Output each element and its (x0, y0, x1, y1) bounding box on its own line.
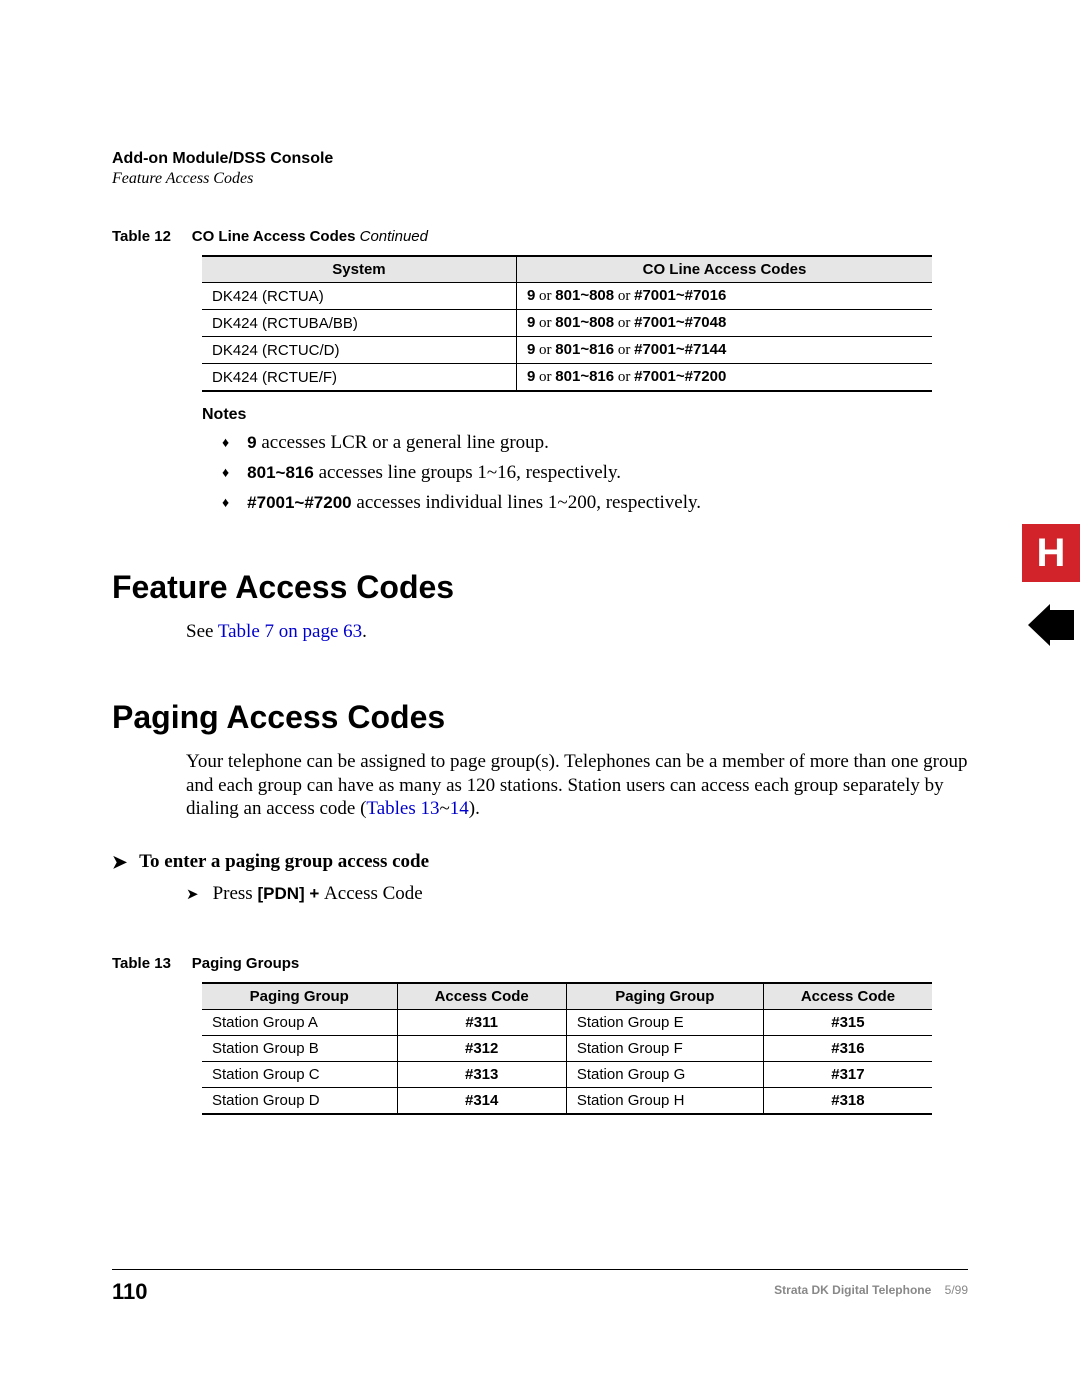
t13-code-cell: #315 (763, 1010, 932, 1036)
t13-group-cell: Station Group G (566, 1062, 763, 1088)
feature-para-pre: See (186, 621, 218, 642)
paging-para-post: ). (469, 798, 480, 819)
paging-para-pre: Your telephone can be assigned to page g… (186, 751, 968, 820)
side-tab-arrow-icon[interactable] (1028, 604, 1074, 646)
pdn-key: [PDN] (257, 884, 304, 903)
table13: Paging Group Access Code Paging Group Ac… (202, 982, 932, 1115)
step-pre: Press (213, 883, 258, 904)
t13-code-cell: #311 (397, 1010, 566, 1036)
note-text: 9 accesses LCR or a general line group. (247, 432, 549, 454)
t12-header-codes: CO Line Access Codes (516, 256, 932, 283)
t12-system-cell: DK424 (RCTUBA/BB) (202, 310, 516, 337)
notes-heading: Notes (202, 406, 968, 424)
caption-label: Table 12 (112, 228, 171, 245)
procedure-heading-text: To enter a paging group access code (139, 851, 429, 873)
table12: System CO Line Access Codes DK424 (RCTUA… (202, 255, 932, 392)
t13-group-cell: Station Group A (202, 1010, 397, 1036)
t13-group-cell: Station Group C (202, 1062, 397, 1088)
page-number: 110 (112, 1279, 148, 1305)
feature-para-post: . (362, 621, 367, 642)
table-row: Station Group C#313Station Group G#317 (202, 1062, 932, 1088)
step-post: Access Code (324, 883, 423, 904)
notes-list: ♦ 9 accesses LCR or a general line group.… (222, 432, 968, 514)
t13-code-cell: #313 (397, 1062, 566, 1088)
note-item: ♦ #7001~#7200 accesses individual lines 1… (222, 492, 968, 514)
t12-code-cell: 9 or 801~816 or #7001~#7200 (516, 364, 932, 392)
feature-access-codes-heading: Feature Access Codes (112, 569, 968, 606)
header-section: Feature Access Codes (112, 170, 968, 188)
t13-caption-title: Paging Groups (192, 955, 300, 972)
table-row: DK424 (RCTUBA/BB)9 or 801~808 or #7001~#… (202, 310, 932, 337)
t13-header-pg1: Paging Group (202, 983, 397, 1010)
note-item: ♦ 801~816 accesses line groups 1~16, resp… (222, 462, 968, 484)
bullet-diamond-icon: ♦ (222, 494, 229, 510)
t13-header-pg2: Paging Group (566, 983, 763, 1010)
note-item: ♦ 9 accesses LCR or a general line group. (222, 432, 968, 454)
t12-code-cell: 9 or 801~808 or #7001~#7016 (516, 283, 932, 310)
document-page: Add-on Module/DSS Console Feature Access… (0, 0, 1080, 1397)
t13-code-cell: #316 (763, 1036, 932, 1062)
caption-title: CO Line Access Codes (192, 228, 356, 245)
feature-para: See Table 7 on page 63. (186, 620, 968, 644)
t13-group-cell: Station Group F (566, 1036, 763, 1062)
table12-caption: Table 12 CO Line Access Codes Continued (112, 228, 968, 245)
table-row: Station Group D#314Station Group H#318 (202, 1088, 932, 1115)
t13-group-cell: Station Group E (566, 1010, 763, 1036)
table-row: Station Group B#312Station Group F#316 (202, 1036, 932, 1062)
table7-link[interactable]: Table 7 on page 63 (218, 621, 362, 642)
t13-code-cell: #312 (397, 1036, 566, 1062)
t13-code-cell: #318 (763, 1088, 932, 1115)
note-text: #7001~#7200 accesses individual lines 1~… (247, 492, 701, 514)
running-header: Add-on Module/DSS Console Feature Access… (112, 150, 968, 188)
footer-rule (112, 1269, 968, 1270)
t12-code-cell: 9 or 801~816 or #7001~#7144 (516, 337, 932, 364)
table14-link[interactable]: 14 (450, 798, 469, 819)
procedure-heading: ➤ To enter a paging group access code (112, 851, 968, 873)
table-row: DK424 (RCTUE/F)9 or 801~816 or #7001~#72… (202, 364, 932, 392)
bullet-diamond-icon: ♦ (222, 464, 229, 480)
table-row: DK424 (RCTUC/D)9 or 801~816 or #7001~#71… (202, 337, 932, 364)
t13-group-cell: Station Group H (566, 1088, 763, 1115)
tables13-link[interactable]: Tables 13 (366, 798, 439, 819)
step-plus: + (305, 884, 324, 903)
note-text: 801~816 accesses line groups 1~16, respe… (247, 462, 621, 484)
paging-para-tilde: ~ (440, 798, 450, 819)
footer-doc-date: 5/99 (945, 1283, 968, 1297)
table-row: DK424 (RCTUA)9 or 801~808 or #7001~#7016 (202, 283, 932, 310)
side-tab-letter[interactable]: H (1022, 524, 1080, 582)
t12-system-cell: DK424 (RCTUA) (202, 283, 516, 310)
t13-header-ac1: Access Code (397, 983, 566, 1010)
table13-caption: Table 13 Paging Groups (112, 955, 968, 972)
t13-group-cell: Station Group B (202, 1036, 397, 1062)
paging-access-codes-heading: Paging Access Codes (112, 699, 968, 736)
t12-header-system: System (202, 256, 516, 283)
caption-suffix: Continued (360, 228, 428, 245)
t13-header-ac2: Access Code (763, 983, 932, 1010)
t12-system-cell: DK424 (RCTUC/D) (202, 337, 516, 364)
t13-caption-label: Table 13 (112, 955, 171, 972)
footer-label: Strata DK Digital Telephone 5/99 (774, 1283, 968, 1297)
table-row: Station Group A#311Station Group E#315 (202, 1010, 932, 1036)
step-arrow-icon: ➤ (186, 885, 199, 903)
t13-group-cell: Station Group D (202, 1088, 397, 1115)
t13-code-cell: #317 (763, 1062, 932, 1088)
procedure-step: ➤ Press [PDN] + Access Code (186, 883, 968, 905)
right-arrow-icon: ➤ (112, 852, 127, 873)
bullet-diamond-icon: ♦ (222, 434, 229, 450)
footer-doc-title: Strata DK Digital Telephone (774, 1283, 931, 1297)
header-chapter: Add-on Module/DSS Console (112, 150, 968, 168)
t12-code-cell: 9 or 801~808 or #7001~#7048 (516, 310, 932, 337)
t12-system-cell: DK424 (RCTUE/F) (202, 364, 516, 392)
t13-code-cell: #314 (397, 1088, 566, 1115)
paging-para: Your telephone can be assigned to page g… (186, 750, 968, 821)
